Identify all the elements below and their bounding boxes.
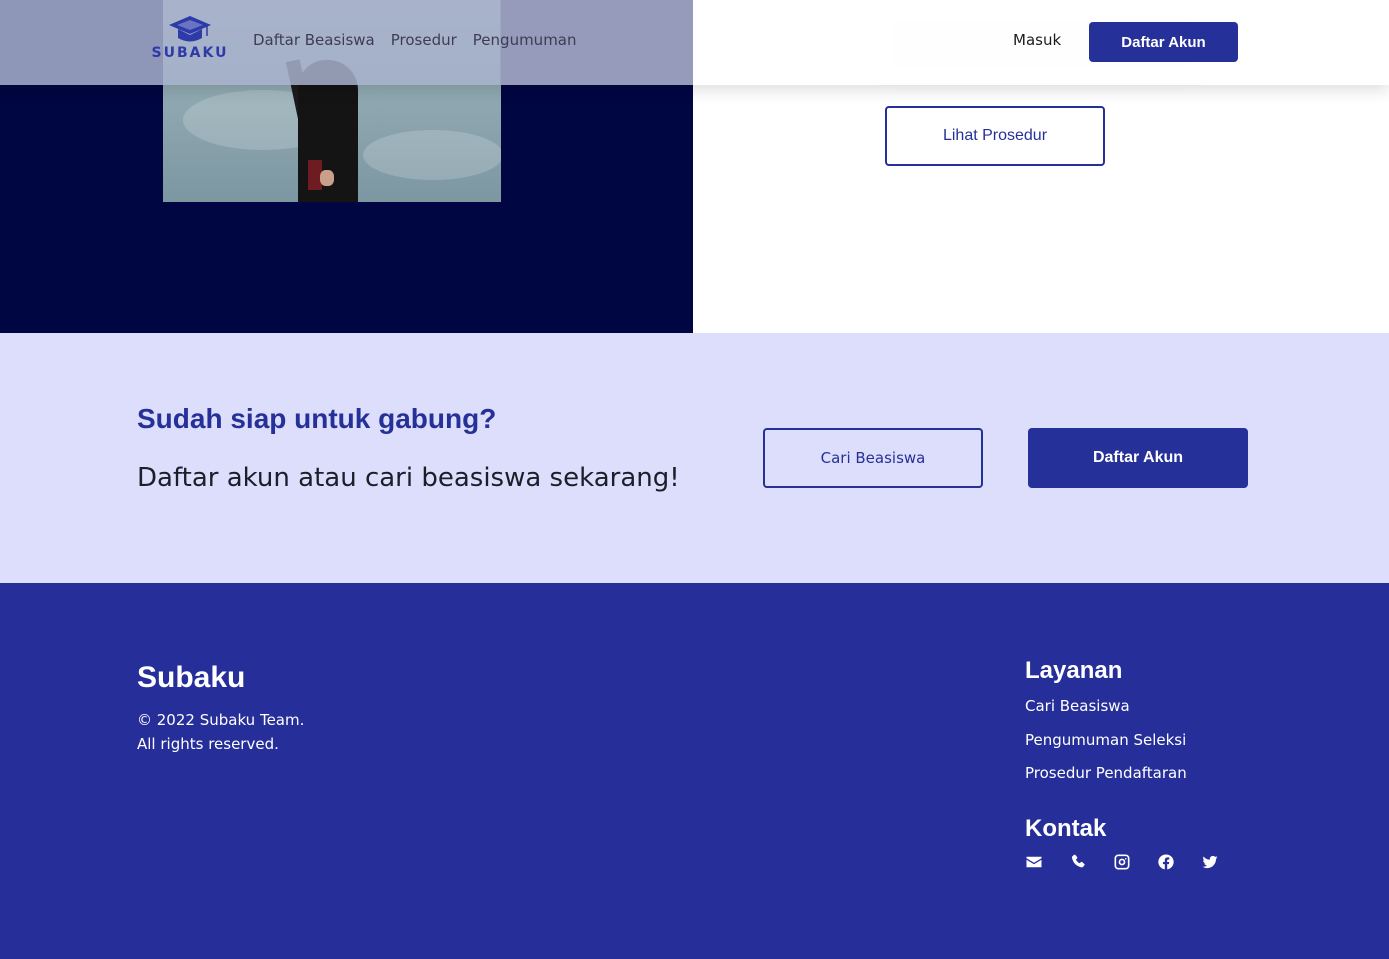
service-link-search-scholarship[interactable]: Cari Beasiswa xyxy=(1025,697,1187,715)
navbar: SUBAKU Daftar Beasiswa Prosedur Pengumum… xyxy=(0,0,1389,85)
services-title: Layanan xyxy=(1025,657,1123,684)
cta-heading: Sudah siap untuk gabung? xyxy=(137,403,497,434)
footer: Subaku © 2022 Subaku Team. All rights re… xyxy=(0,583,1389,959)
cta-section: Sudah siap untuk gabung? Daftar akun ata… xyxy=(0,333,1389,583)
contact-title: Kontak xyxy=(1025,815,1107,842)
login-link[interactable]: Masuk xyxy=(1013,31,1061,49)
view-procedure-button[interactable]: Lihat Prosedur xyxy=(885,106,1105,166)
copyright-line: © 2022 Subaku Team. xyxy=(137,711,305,729)
search-scholarship-button[interactable]: Cari Beasiswa xyxy=(763,428,983,488)
service-link-selection-announcement[interactable]: Pengumuman Seleksi xyxy=(1025,731,1187,749)
cta-register-button[interactable]: Daftar Akun xyxy=(1028,428,1248,488)
contact-column: Kontak xyxy=(1025,815,1219,871)
rights-line: All rights reserved. xyxy=(137,735,279,753)
phone-icon[interactable] xyxy=(1069,853,1087,871)
nav-link-procedure[interactable]: Prosedur xyxy=(391,31,457,49)
contact-icons xyxy=(1025,853,1219,871)
logo-text: SUBAKU xyxy=(151,45,229,61)
nav-link-announcement[interactable]: Pengumuman xyxy=(473,31,577,49)
main-nav: Daftar Beasiswa Prosedur Pengumuman xyxy=(253,31,577,49)
footer-copyright: © 2022 Subaku Team. All rights reserved. xyxy=(137,708,304,756)
nav-link-scholarship-list[interactable]: Daftar Beasiswa xyxy=(253,31,375,49)
footer-brand: Subaku xyxy=(137,661,246,694)
photo-cloud xyxy=(363,130,501,180)
instagram-icon[interactable] xyxy=(1113,853,1131,871)
graduation-cap-icon xyxy=(169,16,211,42)
envelope-icon[interactable] xyxy=(1025,853,1043,871)
service-link-registration-procedure[interactable]: Prosedur Pendaftaran xyxy=(1025,764,1187,782)
twitter-icon[interactable] xyxy=(1201,853,1219,871)
register-button[interactable]: Daftar Akun xyxy=(1089,22,1238,62)
photo-figure-hand xyxy=(320,170,334,186)
services-list: Cari Beasiswa Pengumuman Seleksi Prosedu… xyxy=(1025,697,1187,782)
subaku-logo[interactable]: SUBAKU xyxy=(150,14,230,68)
facebook-icon[interactable] xyxy=(1157,853,1175,871)
services-column: Layanan Cari Beasiswa Pengumuman Seleksi… xyxy=(1025,657,1187,798)
cta-subheading: Daftar akun atau cari beasiswa sekarang! xyxy=(137,463,680,493)
